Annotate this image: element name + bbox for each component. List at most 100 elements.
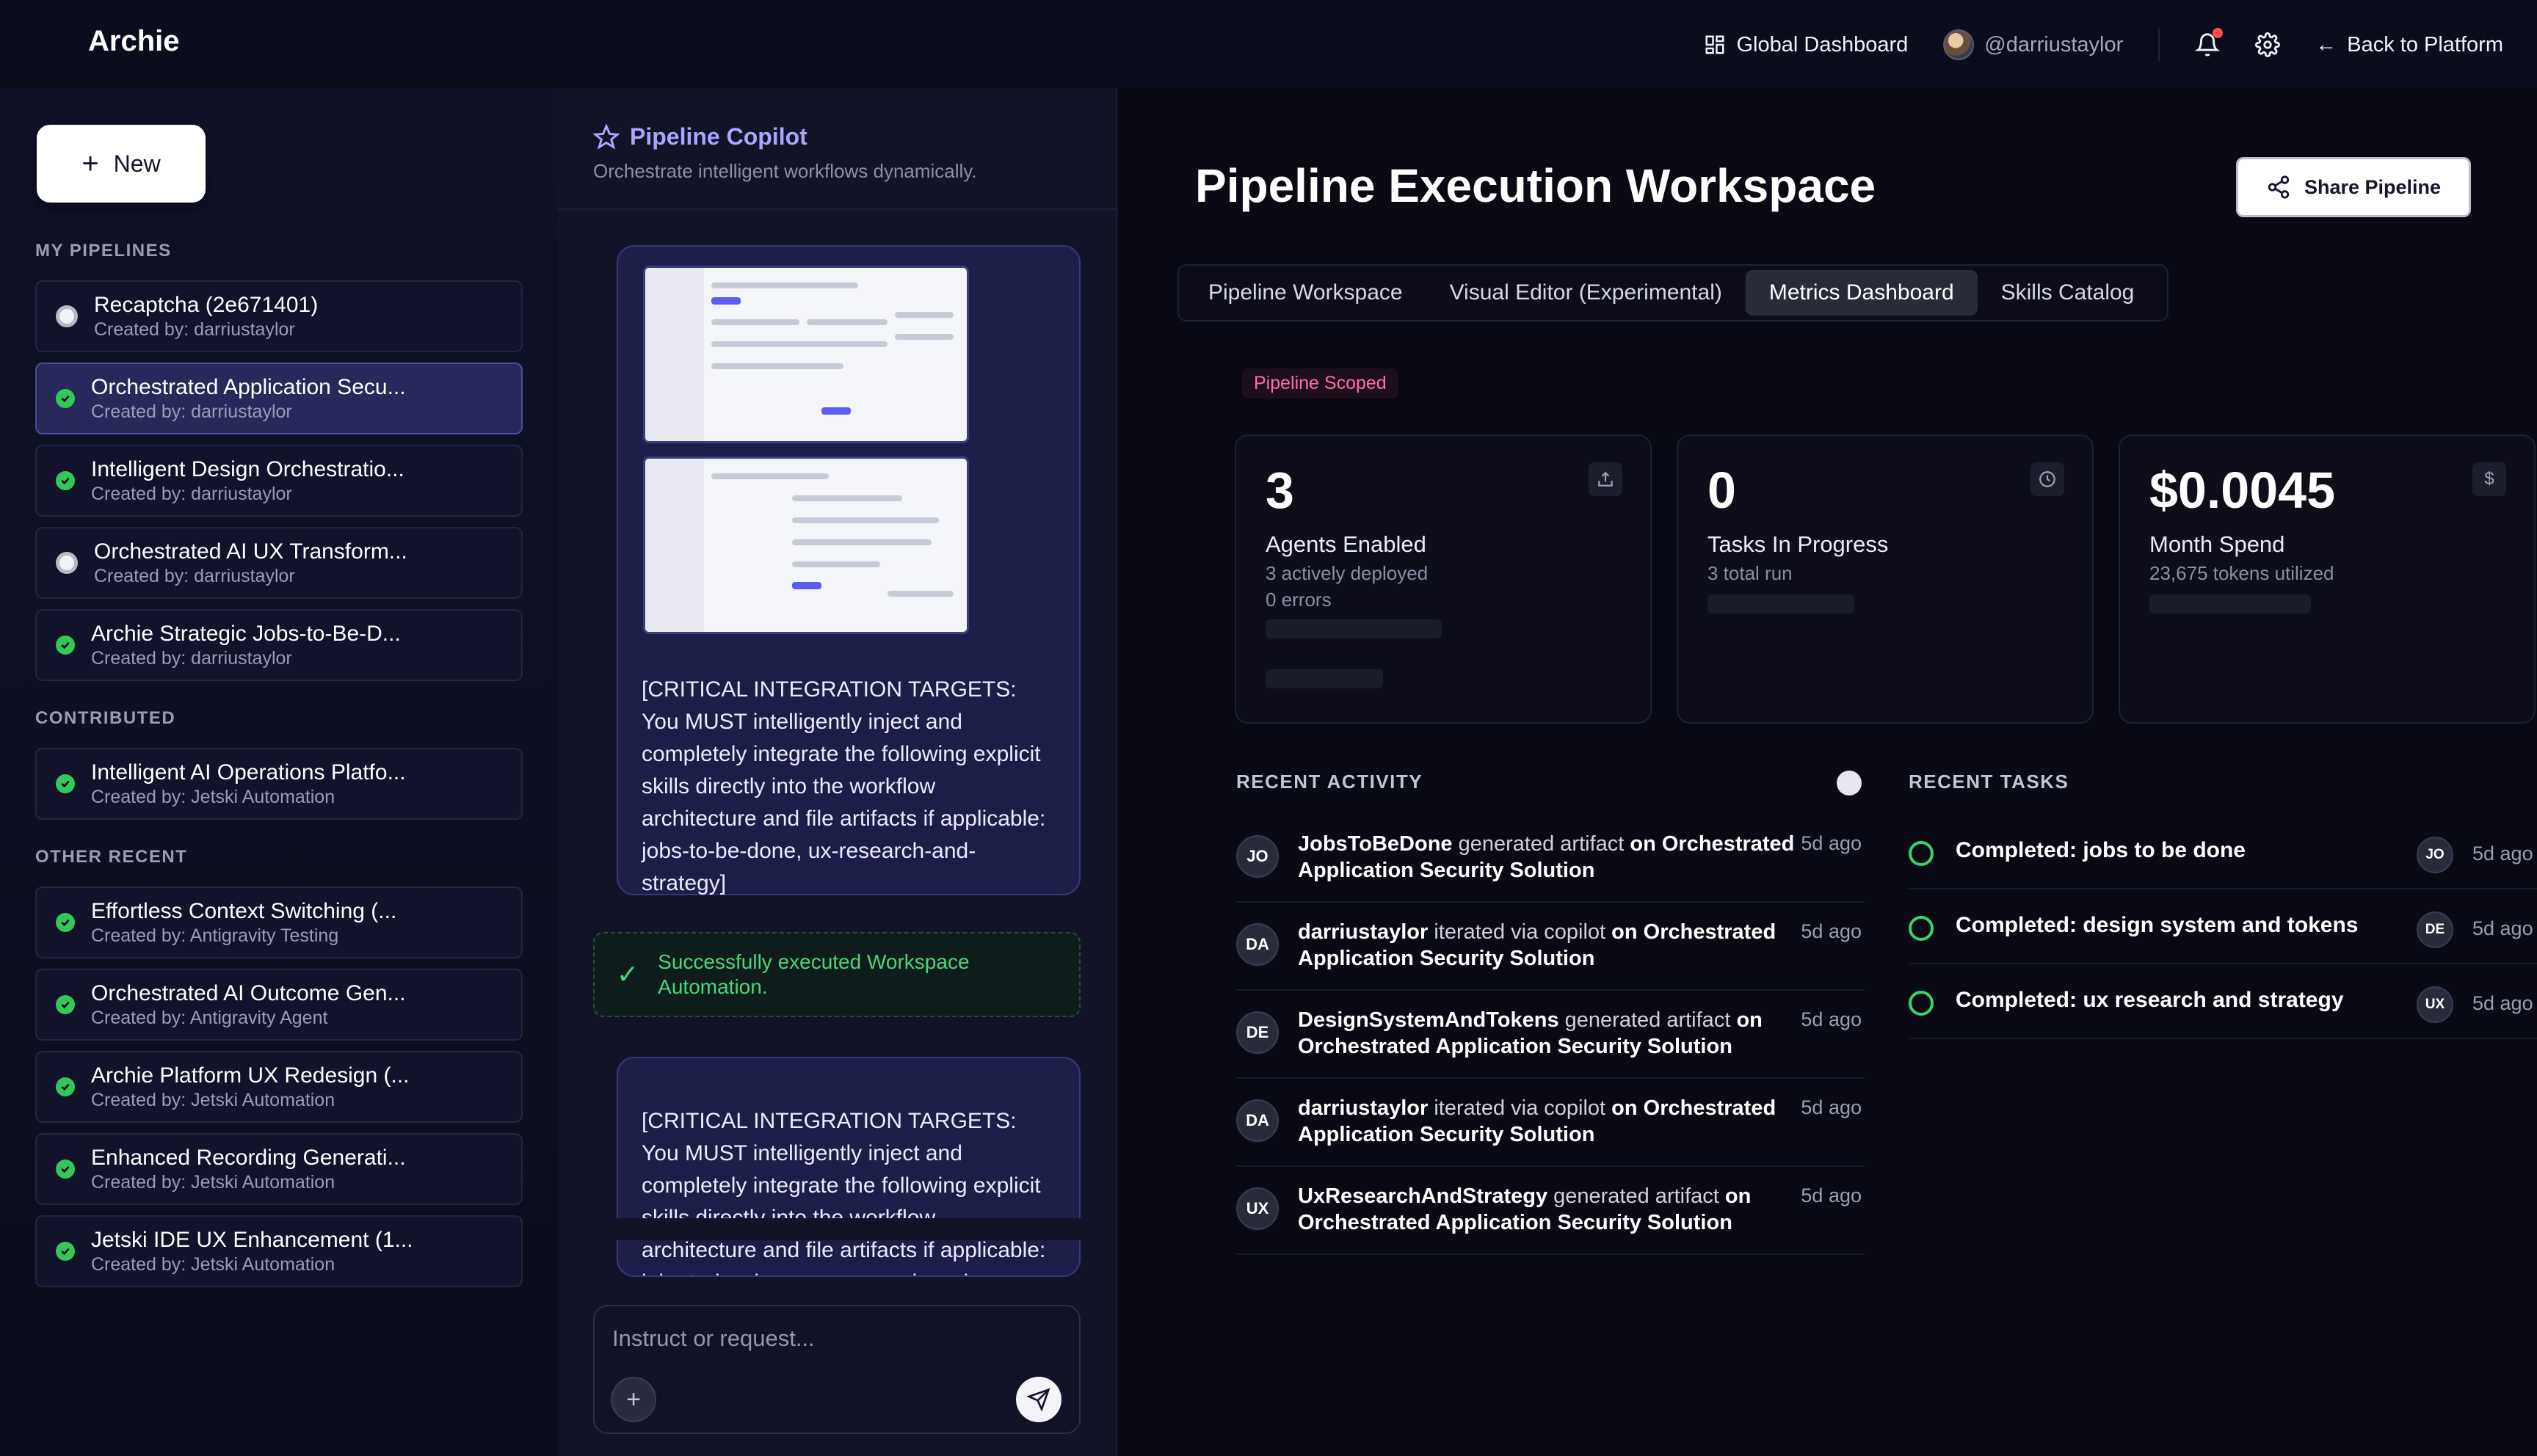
check-icon: ✓ [617, 959, 639, 989]
nav-divider [2158, 29, 2160, 61]
attachment-screenshot[interactable] [643, 456, 969, 634]
check-circle-icon [56, 1077, 75, 1096]
pipeline-title: Enhanced Recording Generati... [91, 1145, 406, 1170]
share-pipeline-button[interactable]: Share Pipeline [2236, 157, 2471, 217]
metric-label: Tasks In Progress [1707, 531, 1889, 557]
check-circle-icon [56, 636, 75, 655]
pipeline-title: Orchestrated AI Outcome Gen... [91, 980, 406, 1005]
pipeline-creator: Created by: darriustaylor [91, 647, 292, 669]
brand-logo[interactable]: Archie [88, 25, 180, 58]
pipeline-item[interactable]: Jetski IDE UX Enhancement (1... Created b… [35, 1215, 523, 1287]
metric-sub: 23,675 tokens utilized [2149, 562, 2334, 584]
activity-avatar: JO [1236, 835, 1279, 878]
pipeline-text: Intelligent AI Operations Platfo... Creat… [91, 760, 406, 808]
pipeline-creator: Created by: darriustaylor [94, 318, 295, 340]
loading-skeleton [1266, 619, 1442, 638]
activity-actor: darriustaylor [1298, 1096, 1429, 1120]
pipeline-item[interactable]: Orchestrated AI UX Transform... Created b… [35, 527, 523, 599]
pipeline-title: Intelligent AI Operations Platfo... [91, 760, 406, 785]
message-text: [CRITICAL INTEGRATION TARGETS: You MUST … [642, 677, 1046, 895]
tab-pipeline-workspace[interactable]: Pipeline Workspace [1185, 270, 1426, 316]
pipeline-item[interactable]: Orchestrated AI Outcome Gen... Created by… [35, 969, 523, 1041]
pipeline-creator: Created by: Jetski Automation [91, 1253, 335, 1275]
check-circle-icon [56, 995, 75, 1014]
chat-scroll-edge [558, 1218, 1116, 1240]
copilot-subtitle: Orchestrate intelligent workflows dynami… [593, 160, 977, 182]
workspace-tabs: Pipeline Workspace Visual Editor (Experi… [1177, 264, 2168, 321]
pipeline-item[interactable]: Intelligent Design Orchestratio... Create… [35, 445, 523, 517]
activity-target[interactable]: Orchestrated Application Security Soluti… [1298, 1035, 1732, 1058]
activity-time: 5d ago [1801, 1096, 1862, 1118]
activity-time: 5d ago [1801, 1008, 1862, 1030]
task-item[interactable]: Completed: ux research and strategy UX 5d … [1909, 964, 2537, 1039]
attachment-screenshot[interactable] [643, 266, 969, 443]
pipeline-item[interactable]: Archie Strategic Jobs-to-Be-D... Created … [35, 609, 523, 681]
settings-button[interactable] [2255, 32, 2281, 57]
copilot-panel: Pipeline Copilot Orchestrate intelligent… [558, 88, 1117, 1456]
activity-item: JO JobsToBeDone generated artifact on Orc… [1236, 815, 1865, 903]
send-button[interactable] [1016, 1377, 1061, 1422]
dashboard-grid-icon [1705, 35, 1724, 54]
dollar-icon: $ [2472, 462, 2506, 496]
copilot-input[interactable]: Instruct or request... + [593, 1305, 1081, 1434]
pipeline-item[interactable]: Effortless Context Switching (... Created… [35, 887, 523, 958]
activity-toggle[interactable] [1837, 771, 1862, 796]
pipeline-item[interactable]: Enhanced Recording Generati... Created by… [35, 1133, 523, 1205]
task-time: 5d ago [2472, 842, 2533, 864]
page-title: Pipeline Execution Workspace [1195, 159, 1876, 212]
tab-metrics-dashboard[interactable]: Metrics Dashboard [1745, 270, 1978, 316]
copilot-header: Pipeline Copilot Orchestrate intelligent… [558, 88, 1116, 210]
activity-action: generated artifact [1564, 1008, 1731, 1032]
new-pipeline-button[interactable]: + New [37, 125, 206, 203]
pipeline-text: Jetski IDE UX Enhancement (1... Created b… [91, 1228, 413, 1275]
activity-actor: darriustaylor [1298, 920, 1429, 944]
scope-badge: Pipeline Scoped [1242, 368, 1398, 398]
global-dashboard-link[interactable]: Global Dashboard [1704, 33, 1908, 57]
activity-list: JO JobsToBeDone generated artifact on Orc… [1236, 815, 1865, 1255]
user-menu[interactable]: @darriustaylor [1943, 29, 2123, 60]
activity-avatar: DE [1236, 1011, 1279, 1054]
pipeline-creator: Created by: darriustaylor [94, 565, 295, 586]
task-time: 5d ago [2472, 917, 2533, 939]
recent-activity-title: RECENT ACTIVITY [1236, 771, 1423, 793]
task-item[interactable]: Completed: jobs to be done JO 5d ago [1909, 815, 2537, 889]
activity-item: DA darriustaylor iterated via copilot on … [1236, 903, 1865, 991]
tab-skills-catalog[interactable]: Skills Catalog [1978, 270, 2158, 316]
notification-dot [2213, 28, 2224, 38]
pipeline-item[interactable]: Orchestrated Application Secu... Created … [35, 363, 523, 434]
task-item[interactable]: Completed: design system and tokens DE 5d … [1909, 889, 2537, 964]
activity-text: darriustaylor iterated via copilot on Or… [1298, 919, 1797, 972]
pipeline-text: Enhanced Recording Generati... Created by… [91, 1146, 406, 1193]
check-circle-icon [56, 774, 75, 793]
pipeline-text: Orchestrated Application Secu... Created … [91, 375, 406, 423]
metric-card-tasks: 0 Tasks In Progress 3 total run [1677, 434, 2094, 724]
pipeline-item[interactable]: Archie Platform UX Redesign (... Created … [35, 1051, 523, 1123]
activity-actor: DesignSystemAndTokens [1298, 1008, 1559, 1032]
pipeline-item[interactable]: Recaptcha (2e671401) Created by: darriust… [35, 280, 523, 352]
pipeline-creator: Created by: Jetski Automation [91, 1089, 335, 1110]
pipeline-title: Effortless Context Switching (... [91, 898, 397, 923]
pipeline-title: Jetski IDE UX Enhancement (1... [91, 1227, 413, 1252]
notifications-button[interactable] [2195, 28, 2224, 57]
back-to-platform-link[interactable]: ← Back to Platform [2315, 33, 2503, 57]
copilot-title-row: Pipeline Copilot [593, 123, 807, 150]
pending-circle-icon [56, 305, 78, 327]
activity-actor: UxResearchAndStrategy [1298, 1184, 1548, 1208]
pipeline-text: Orchestrated AI UX Transform... Created b… [94, 539, 407, 587]
attach-button[interactable]: + [611, 1377, 656, 1422]
pipeline-title: Recaptcha (2e671401) [94, 292, 319, 317]
pipeline-creator: Created by: darriustaylor [91, 401, 292, 422]
metric-card-agents: 3 Agents Enabled 3 actively deployed 0 e… [1235, 434, 1652, 724]
tab-visual-editor[interactable]: Visual Editor (Experimental) [1426, 270, 1746, 316]
global-dashboard-label: Global Dashboard [1736, 32, 1909, 57]
activity-text: UxResearchAndStrategy generated artifact… [1298, 1183, 1797, 1236]
activity-time: 5d ago [1801, 920, 1862, 942]
metric-value: $0.0045 [2149, 462, 2336, 519]
activity-target[interactable]: Orchestrated Application Security Soluti… [1298, 1211, 1732, 1234]
pipeline-item[interactable]: Intelligent AI Operations Platfo... Creat… [35, 748, 523, 820]
sidebar: + New MY PIPELINES Recaptcha (2e671401) C… [0, 88, 558, 1456]
section-my-pipelines: MY PIPELINES [35, 241, 172, 261]
pipeline-text: Recaptcha (2e671401) Created by: darriust… [94, 293, 318, 341]
pipeline-title: Orchestrated AI UX Transform... [94, 539, 407, 564]
activity-avatar: UX [1236, 1187, 1279, 1230]
